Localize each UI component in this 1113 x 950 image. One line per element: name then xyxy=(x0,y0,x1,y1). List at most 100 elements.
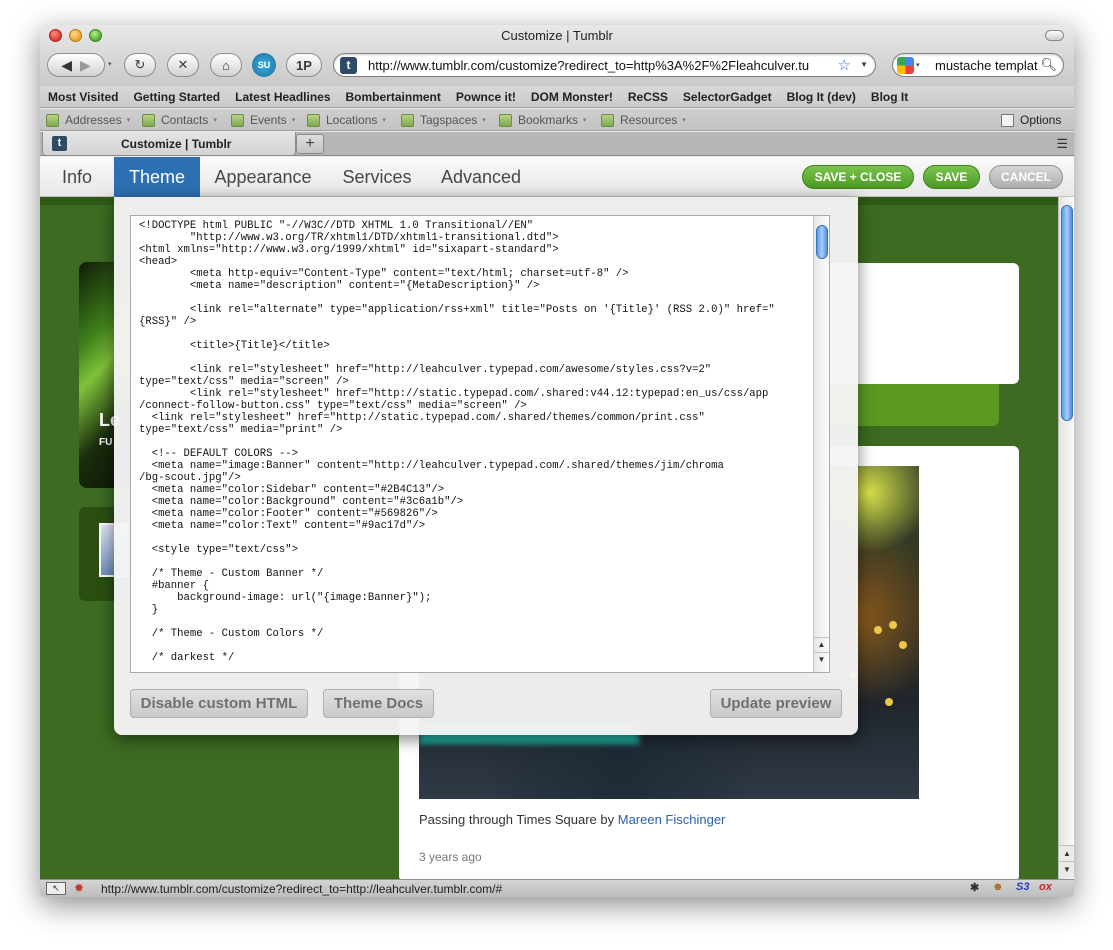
chevron-down-icon: ▾ xyxy=(682,117,686,124)
blog-subtitle-fragment: FU xyxy=(99,437,113,448)
cancel-button[interactable]: CANCEL xyxy=(989,165,1063,189)
monkey-icon[interactable]: ☻ xyxy=(992,881,1004,893)
page-content: Le FU Passing through Times Square by Ma… xyxy=(40,157,1074,879)
photo-caption: Passing through Times Square by Mareen F… xyxy=(419,812,725,827)
cursor-tool-icon[interactable]: ↖ xyxy=(46,882,66,895)
status-url: http://www.tumblr.com/customize?redirect… xyxy=(101,882,503,896)
toolbar-events[interactable]: Events ▾ xyxy=(231,113,295,127)
browser-toolbar: Customize | Tumblr ◀ ▶ ▾ ↻ ✕ ⌂ SU 1P t h… xyxy=(40,25,1074,86)
bookmarks-icon xyxy=(499,113,512,127)
s3-icon[interactable]: S3 xyxy=(1016,881,1029,893)
tab-list-icon[interactable]: ☰ xyxy=(1056,136,1068,152)
scroll-down-arrow-icon[interactable]: ▼ xyxy=(1059,861,1074,877)
ox-icon[interactable]: ox xyxy=(1039,881,1052,893)
bookmark-dom-monster[interactable]: DOM Monster! xyxy=(531,90,613,104)
bookmark-bombertainment[interactable]: Bombertainment xyxy=(346,90,441,104)
bookmark-pownce-it[interactable]: Pownce it! xyxy=(456,90,516,104)
photo-light xyxy=(889,621,897,629)
tumblr-favicon-icon: t xyxy=(52,136,67,151)
customize-nav: Info Theme Appearance Services Advanced … xyxy=(40,157,1074,197)
code-line: <link rel="stylesheet" href="http://stat… xyxy=(139,388,769,400)
forward-arrow-icon[interactable]: ▶ xyxy=(80,57,91,74)
toolbar-toggle-button[interactable] xyxy=(1045,30,1064,41)
search-input[interactable]: mustache templat xyxy=(935,58,1043,73)
disable-custom-html-button[interactable]: Disable custom HTML xyxy=(130,689,308,718)
reload-button[interactable]: ↻ xyxy=(124,53,156,77)
firebug-icon[interactable]: ✹ xyxy=(74,881,84,895)
toolbar-bookmarks[interactable]: Bookmarks ▾ xyxy=(499,113,587,127)
url-input[interactable]: http://www.tumblr.com/customize?redirect… xyxy=(368,58,828,73)
theme-docs-button[interactable]: Theme Docs xyxy=(323,689,434,718)
scroll-down-arrow-icon[interactable]: ▼ xyxy=(814,652,829,666)
bookmark-recss[interactable]: ReCSS xyxy=(628,90,668,104)
code-line: <html xmlns="http://www.w3.org/1999/xhtm… xyxy=(139,244,559,256)
resources-icon xyxy=(601,113,614,127)
save-close-button[interactable]: SAVE + CLOSE xyxy=(802,165,914,189)
page-scrollbar[interactable]: ▲ ▼ xyxy=(1058,197,1074,879)
tab-info[interactable]: Info xyxy=(40,157,114,197)
photo-light xyxy=(874,626,882,634)
back-arrow-icon[interactable]: ◀ xyxy=(61,57,72,74)
url-history-dropdown-icon[interactable]: ▼ xyxy=(860,60,868,69)
addresses-icon xyxy=(46,113,59,127)
stumbleupon-icon[interactable]: SU xyxy=(252,53,276,77)
bookmark-star-icon[interactable]: ☆ xyxy=(838,56,851,74)
toolbar-contacts[interactable]: Contacts ▾ xyxy=(142,113,217,127)
save-button[interactable]: SAVE xyxy=(923,165,980,189)
new-tab-button[interactable]: + xyxy=(296,134,324,154)
reload-icon: ↻ xyxy=(134,57,146,72)
custom-html-editor[interactable]: <!DOCTYPE html PUBLIC "-//W3C//DTD XHTML… xyxy=(130,215,830,673)
code-line: <link rel="alternate" type="application/… xyxy=(139,304,775,316)
bookmark-getting-started[interactable]: Getting Started xyxy=(133,90,220,104)
bug-icon[interactable]: ✱ xyxy=(970,881,979,894)
caption-author-link[interactable]: Mareen Fischinger xyxy=(618,812,726,827)
code-line: <title>{Title}</title> xyxy=(139,340,330,352)
search-engine-dropdown-icon[interactable]: ▾ xyxy=(916,61,920,69)
code-line: <link rel="stylesheet" href="http://stat… xyxy=(139,412,705,424)
code-line: <head> xyxy=(139,256,178,268)
tab-services[interactable]: Services xyxy=(326,157,428,197)
scroll-up-arrow-icon[interactable]: ▲ xyxy=(1059,845,1074,861)
editor-scrollbar[interactable]: ▲ ▼ xyxy=(813,216,829,672)
search-icon[interactable]: 🔍︎ xyxy=(1040,57,1057,73)
code-line: <meta name="color:Background" content="#… xyxy=(139,496,464,508)
toolbar-resources[interactable]: Resources ▾ xyxy=(601,113,686,127)
bookmark-latest-headlines[interactable]: Latest Headlines xyxy=(235,90,330,104)
bookmark-blog-it[interactable]: Blog It xyxy=(871,90,908,104)
code-line: <style type="text/css"> xyxy=(139,544,298,556)
editor-scrollbar-thumb[interactable] xyxy=(816,225,828,259)
extension-toolbar: Addresses ▾ Contacts ▾ Events ▾ Locations ▾ … xyxy=(40,109,1074,131)
tab-theme[interactable]: Theme xyxy=(114,157,200,197)
onepassword-button[interactable]: 1P xyxy=(286,53,322,77)
bookmark-blog-it-dev[interactable]: Blog It (dev) xyxy=(787,90,856,104)
tab-customize-tumblr[interactable]: t Customize | Tumblr xyxy=(42,132,296,156)
toolbar-addresses[interactable]: Addresses ▾ xyxy=(46,113,130,127)
page-scrollbar-thumb[interactable] xyxy=(1061,205,1073,421)
toolbar-options[interactable]: Options xyxy=(1001,113,1061,127)
toolbar-tagspaces[interactable]: Tagspaces ▾ xyxy=(401,113,486,127)
locations-icon xyxy=(307,113,320,127)
toolbar-locations[interactable]: Locations ▾ xyxy=(307,113,386,127)
tab-appearance[interactable]: Appearance xyxy=(200,157,326,197)
bookmark-most-visited[interactable]: Most Visited xyxy=(48,90,118,104)
tab-advanced[interactable]: Advanced xyxy=(428,157,534,197)
home-icon: ⌂ xyxy=(222,57,230,73)
tumblr-favicon-icon: t xyxy=(340,57,357,74)
address-bar[interactable]: t http://www.tumblr.com/customize?redire… xyxy=(333,53,876,77)
options-icon xyxy=(1001,113,1014,127)
stop-button[interactable]: ✕ xyxy=(167,53,199,77)
google-search-engine-icon[interactable] xyxy=(897,57,914,74)
post-timestamp[interactable]: 3 years ago xyxy=(419,850,482,864)
toolbar-bookmarks-label: Bookmarks xyxy=(518,113,579,127)
history-dropdown-icon[interactable]: ▾ xyxy=(108,60,112,68)
code-line: type="text/css" media="print" /> xyxy=(139,424,343,436)
bookmark-selectorgadget[interactable]: SelectorGadget xyxy=(683,90,772,104)
update-preview-button[interactable]: Update preview xyxy=(710,689,842,718)
home-button[interactable]: ⌂ xyxy=(210,53,242,77)
search-bar[interactable]: ▾ mustache templat 🔍︎ xyxy=(892,53,1064,77)
html-code-textarea[interactable]: <!DOCTYPE html PUBLIC "-//W3C//DTD XHTML… xyxy=(139,220,809,668)
scroll-up-arrow-icon[interactable]: ▲ xyxy=(814,637,829,651)
code-line: <meta name="color:Sidebar" content="#2B4… xyxy=(139,484,445,496)
toolbar-locations-label: Locations xyxy=(326,113,378,127)
back-forward-buttons[interactable]: ◀ ▶ xyxy=(47,53,105,77)
